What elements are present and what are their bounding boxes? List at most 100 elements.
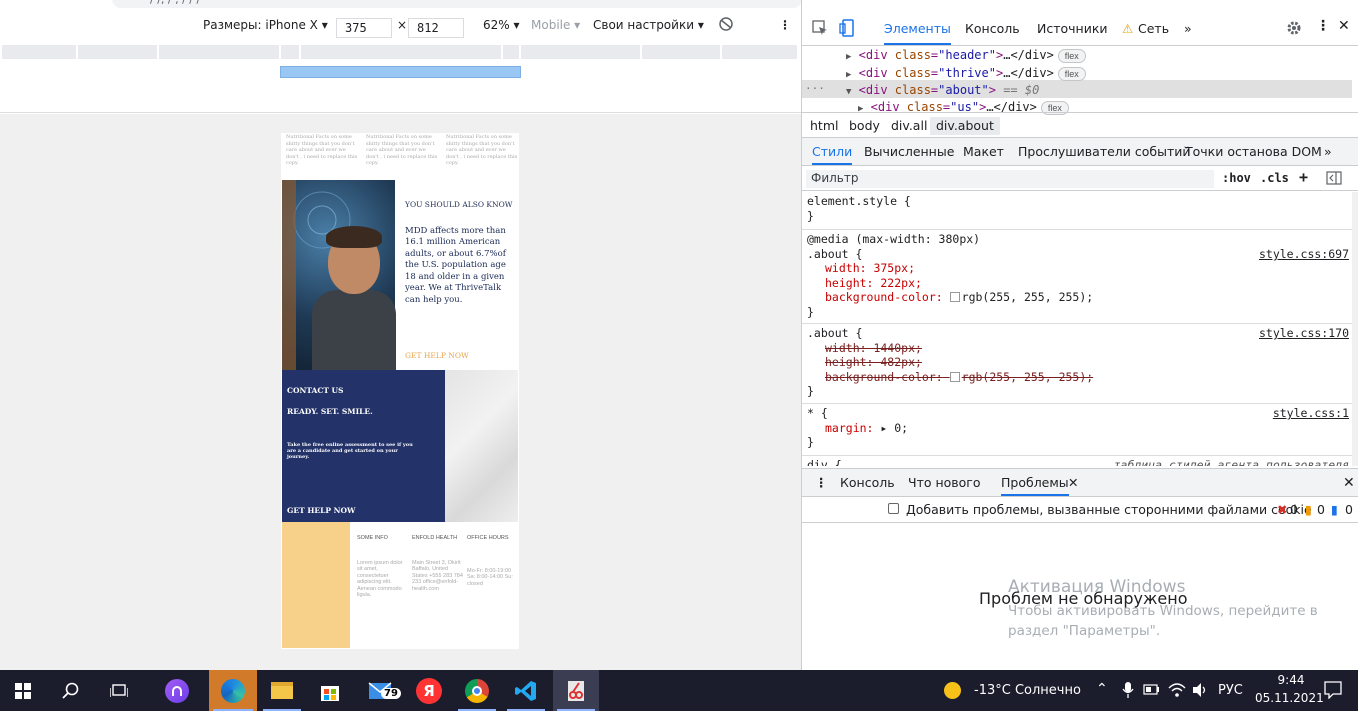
gear-icon[interactable] (1286, 20, 1302, 39)
css-property-overridden[interactable]: height: 482px; (807, 355, 1352, 370)
media-query-bar[interactable] (280, 66, 521, 78)
more-options-icon[interactable]: ⋮ (779, 18, 791, 32)
notifications-icon[interactable] (1324, 681, 1342, 703)
tab-network[interactable]: Сеть (1138, 21, 1169, 36)
color-swatch[interactable] (949, 292, 960, 302)
flex-badge[interactable]: flex (1057, 49, 1086, 63)
devtools-menu-icon[interactable]: ⋮ (1316, 18, 1330, 34)
source-link[interactable]: style.css:1 (1273, 406, 1349, 421)
rotate-icon[interactable] (718, 16, 734, 35)
style-rule[interactable]: div { таблица стилей агента пользователя (802, 456, 1352, 466)
crumb-body[interactable]: body (849, 118, 880, 133)
crumb-div-all[interactable]: div.all (891, 118, 927, 133)
volume-icon[interactable] (1192, 682, 1208, 702)
sidebar-toggle-icon[interactable] (1326, 171, 1342, 188)
tab-sources[interactable]: Источники (1037, 21, 1108, 36)
search-icon[interactable] (48, 670, 94, 711)
mail-icon[interactable]: 79 (357, 670, 403, 711)
get-help-link[interactable]: GET HELP NOW (405, 351, 469, 360)
drawer-tab-whats-new[interactable]: Что нового (908, 475, 981, 490)
tab-elements[interactable]: Элементы (884, 21, 951, 45)
device-toggle-icon[interactable] (839, 19, 855, 40)
cookie-checkbox[interactable] (888, 503, 899, 514)
more-tabs-icon[interactable]: » (1184, 21, 1192, 36)
chevron-up-icon[interactable]: ⌃ (1096, 681, 1108, 697)
source-link[interactable]: style.css:170 (1259, 326, 1349, 341)
edge-app-icon[interactable] (209, 670, 257, 711)
cls-toggle[interactable]: .cls (1260, 171, 1289, 185)
clock-date[interactable]: 05.11.2021 (1255, 691, 1324, 705)
drawer-tab-console[interactable]: Консоль (840, 475, 895, 490)
css-property[interactable]: height: 222px; (807, 276, 1352, 291)
ruler-segment[interactable] (722, 45, 799, 59)
ruler-segment[interactable] (521, 45, 642, 59)
flex-badge[interactable]: flex (1057, 67, 1086, 81)
clock-time[interactable]: 9:44 (1271, 673, 1311, 687)
hov-toggle[interactable]: :hov (1222, 171, 1251, 185)
style-rule[interactable]: .about { style.css:170 width: 1440px; he… (802, 324, 1352, 404)
snipping-tool-icon[interactable] (553, 670, 599, 711)
task-view-icon[interactable] (96, 670, 142, 711)
ruler-segment[interactable] (503, 45, 521, 59)
yandex-browser-icon[interactable]: Я (406, 670, 452, 711)
css-property[interactable]: margin: ▸ 0; (807, 421, 1352, 436)
css-property[interactable]: background-color: rgb(255, 255, 255); (807, 290, 1352, 305)
ruler-segment[interactable] (642, 45, 722, 59)
zoom-selector[interactable]: 62% ▾ (483, 18, 520, 32)
wifi-icon[interactable] (1168, 682, 1186, 702)
weather-text[interactable]: -13°C Солнечно (974, 683, 1081, 698)
styles-scrollbar[interactable] (1352, 192, 1358, 466)
device-selector[interactable]: Размеры: iPhone X ▾ (203, 18, 328, 32)
source-link[interactable]: style.css:697 (1259, 247, 1349, 262)
height-input[interactable]: 812 (408, 18, 464, 38)
style-rule[interactable]: @media (max-width: 380px) .about { style… (802, 230, 1352, 324)
drawer-menu-icon[interactable]: ⋮ (815, 475, 828, 490)
mobile-selector[interactable]: Mobile ▾ (531, 18, 580, 32)
start-button[interactable] (0, 670, 46, 711)
contact-get-help-link[interactable]: GET HELP NOW (287, 506, 355, 515)
tab-event-listeners[interactable]: Прослушиватели событий (1018, 144, 1191, 159)
tab-styles[interactable]: Стили (812, 144, 853, 165)
color-swatch[interactable] (949, 371, 960, 382)
css-property[interactable]: width: 375px; (807, 261, 1352, 276)
file-explorer-icon[interactable] (259, 670, 305, 711)
ruler-segment[interactable] (301, 45, 503, 59)
address-bar[interactable]: / /, / , / / / (112, 0, 801, 8)
styles-filter-input[interactable]: Фильтр (806, 170, 1214, 188)
battery-icon[interactable] (1143, 684, 1160, 699)
microphone-icon[interactable] (1122, 682, 1134, 702)
drawer-tab-problems[interactable]: Проблемы (1001, 475, 1069, 496)
tab-computed[interactable]: Вычисленные (864, 144, 954, 159)
inspect-icon[interactable] (812, 20, 828, 39)
close-devtools-icon[interactable]: ✕ (1338, 18, 1350, 34)
dom-node[interactable]: ▶ <div class="thrive">…</div> flex (846, 66, 1086, 84)
more-style-tabs-icon[interactable]: » (1324, 144, 1332, 159)
close-drawer-icon[interactable]: ✕ (1343, 475, 1355, 491)
tab-console[interactable]: Консоль (965, 21, 1020, 36)
ellipsis-icon[interactable]: ··· (805, 82, 825, 95)
crumb-div-about[interactable]: div.about (930, 117, 1000, 135)
css-property-overridden[interactable]: width: 1440px; (807, 341, 1352, 356)
crumb-html[interactable]: html (810, 118, 838, 133)
tab-layout[interactable]: Макет (963, 144, 1004, 159)
vscode-icon[interactable] (503, 670, 549, 711)
language-indicator[interactable]: РУС (1218, 683, 1243, 698)
style-rule[interactable]: * { style.css:1 margin: ▸ 0; } (802, 404, 1352, 456)
ruler-segment[interactable] (2, 45, 78, 59)
ruler-segment[interactable] (159, 45, 281, 59)
ruler-segment[interactable] (78, 45, 159, 59)
style-rule[interactable]: element.style { } (802, 192, 1352, 230)
dom-node[interactable]: ▶ <div class="header">…</div> flex (846, 48, 1086, 66)
sun-icon[interactable] (944, 682, 961, 699)
width-input[interactable]: 375 (336, 18, 392, 38)
new-rule-button[interactable]: + (1299, 168, 1308, 186)
alice-assistant-icon[interactable] (154, 670, 200, 711)
store-icon[interactable] (307, 670, 353, 711)
tab-dom-breakpoints[interactable]: Точки останова DOM (1185, 144, 1322, 159)
close-problems-tab-icon[interactable]: ✕ (1068, 475, 1078, 490)
dom-node-selected[interactable]: ▼ <div class="about"> == $0 (846, 83, 1039, 101)
chrome-icon[interactable] (454, 670, 500, 711)
throttle-selector[interactable]: Свои настройки ▾ (593, 18, 704, 32)
ruler-segment[interactable] (281, 45, 301, 59)
css-property-overridden[interactable]: background-color: rgb(255, 255, 255); (807, 370, 1352, 385)
